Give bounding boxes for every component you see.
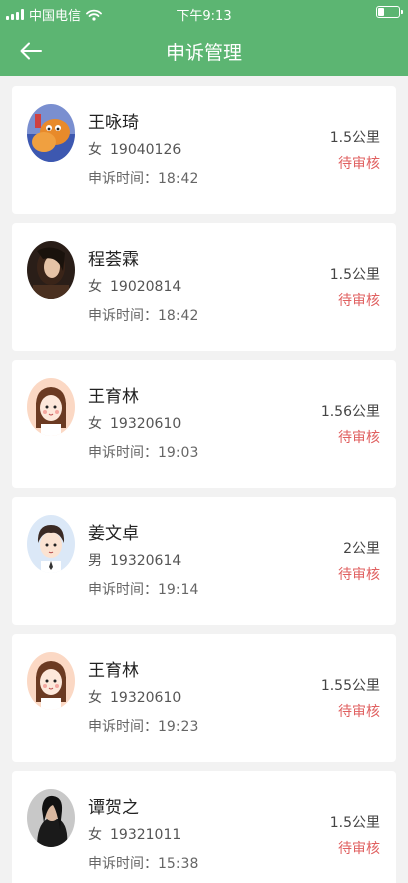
status-badge: 待审核 (338, 704, 380, 720)
list-item[interactable]: 谭贺之 女 19321011 申诉时间：15:38 1.5公里 待审核 (12, 771, 396, 883)
appeal-time-value: 18:42 (158, 308, 199, 324)
appeal-time-label: 申诉时间： (88, 582, 158, 598)
appeal-time: 申诉时间：19:14 (88, 579, 198, 599)
user-info: 女 19321011 (88, 824, 181, 844)
status-badge: 待审核 (338, 841, 380, 857)
user-info: 女 19040126 (88, 139, 181, 159)
user-info: 男 19320614 (88, 550, 181, 570)
cartoon-cat-avatar (27, 104, 75, 162)
appeal-time: 申诉时间：18:42 (88, 168, 198, 188)
student-id: 19321011 (110, 827, 182, 843)
appeal-time-label: 申诉时间： (88, 171, 158, 187)
appeal-time: 申诉时间：19:03 (88, 442, 198, 462)
student-id: 19320610 (110, 416, 182, 432)
user-name: 王育林 (88, 387, 139, 407)
distance: 1.55公里 (320, 678, 380, 694)
gender-label: 女 (88, 690, 102, 706)
appeal-time: 申诉时间：19:23 (88, 716, 198, 736)
status-badge: 待审核 (338, 567, 380, 583)
cartoon-girl-avatar (27, 652, 75, 710)
list-item[interactable]: 姜文卓 男 19320614 申诉时间：19:14 2公里 待审核 (12, 497, 396, 625)
gender-label: 女 (88, 142, 102, 158)
user-info: 女 19020814 (88, 276, 181, 296)
status-badge: 待审核 (338, 293, 380, 309)
appeal-time-label: 申诉时间： (88, 308, 158, 324)
student-id: 19040126 (110, 142, 182, 158)
appeal-time-value: 18:42 (158, 171, 199, 187)
navbar: 申诉管理 (0, 26, 408, 76)
distance: 1.56公里 (320, 404, 380, 420)
appeal-time-label: 申诉时间： (88, 856, 158, 872)
status-bar: 中国电信 下午9:13 (0, 0, 408, 26)
user-name: 姜文卓 (88, 524, 139, 544)
appeal-time: 申诉时间：15:38 (88, 853, 198, 873)
status-badge: 待审核 (338, 430, 380, 446)
appeal-time-label: 申诉时间： (88, 719, 158, 735)
page-title: 申诉管理 (165, 42, 242, 64)
appeal-time-value: 19:03 (158, 445, 199, 461)
student-id: 19020814 (110, 279, 182, 295)
appeal-time-value: 15:38 (158, 856, 199, 872)
list-item[interactable]: 王咏琦 女 19040126 申诉时间：18:42 1.5公里 待审核 (12, 86, 396, 214)
distance: 1.5公里 (329, 267, 380, 283)
header: 中国电信 下午9:13 申诉管理 (0, 0, 408, 76)
student-id: 19320614 (110, 553, 182, 569)
gender-label: 男 (88, 553, 102, 569)
list-item[interactable]: 王育林 女 19320610 申诉时间：19:23 1.55公里 待审核 (12, 634, 396, 762)
distance: 2公里 (343, 541, 380, 557)
user-name: 程荟霖 (88, 250, 139, 270)
gender-label: 女 (88, 827, 102, 843)
distance: 1.5公里 (329, 130, 380, 146)
cartoon-boy-avatar (27, 515, 75, 573)
user-name: 谭贺之 (88, 798, 139, 818)
user-info: 女 19320610 (88, 413, 181, 433)
list-item[interactable]: 王育林 女 19320610 申诉时间：19:03 1.56公里 待审核 (12, 360, 396, 488)
gender-label: 女 (88, 416, 102, 432)
user-info: 女 19320610 (88, 687, 181, 707)
gender-label: 女 (88, 279, 102, 295)
student-id: 19320610 (110, 690, 182, 706)
distance: 1.5公里 (329, 815, 380, 831)
status-time: 下午9:13 (176, 9, 232, 24)
battery-icon (376, 6, 403, 18)
status-badge: 待审核 (338, 156, 380, 172)
user-name: 王咏琦 (88, 113, 139, 133)
appeal-list: 王咏琦 女 19040126 申诉时间：18:42 1.5公里 待审核 程荟霖 女… (0, 76, 408, 883)
appeal-time-label: 申诉时间： (88, 445, 158, 461)
list-item[interactable]: 程荟霖 女 19020814 申诉时间：18:42 1.5公里 待审核 (12, 223, 396, 351)
user-name: 王育林 (88, 661, 139, 681)
photo-avatar (27, 789, 75, 847)
appeal-time: 申诉时间：18:42 (88, 305, 198, 325)
appeal-time-value: 19:23 (158, 719, 199, 735)
appeal-time-value: 19:14 (158, 582, 199, 598)
cartoon-girl-avatar (27, 378, 75, 436)
photo-avatar (27, 241, 75, 299)
